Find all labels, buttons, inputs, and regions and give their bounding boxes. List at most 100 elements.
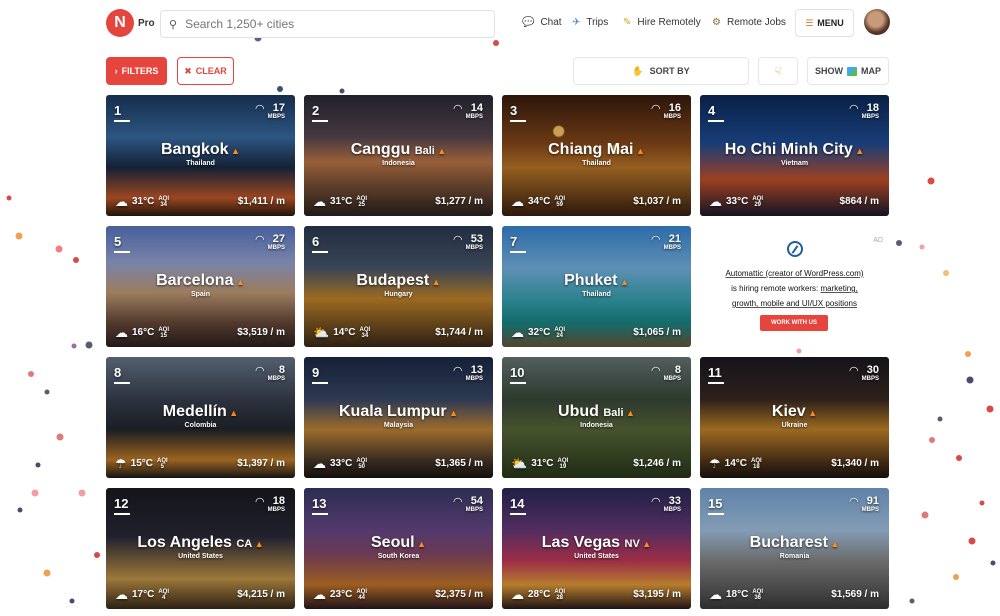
nav-chat[interactable]: 💬 Chat bbox=[522, 17, 562, 28]
wifi-number: 17 bbox=[272, 102, 285, 114]
wifi-unit-label: MBPS bbox=[267, 507, 285, 513]
city-card[interactable]: 11 ◠ 30 MBPS Kiev ▲ Ukraine ☂ 14°C AQI 18 $1,340 /… bbox=[700, 357, 889, 478]
wifi-number: 18 bbox=[866, 102, 879, 114]
city-card[interactable]: 4 ◠ 18 MBPS Ho Chi Minh City ▲ Vietnam ☁ 33°C AQ… bbox=[700, 95, 889, 216]
city-card[interactable]: 15 ◠ 91 MBPS Bucharest ▲ Romania ☁ 18°C AQI 36 $1,… bbox=[700, 488, 889, 609]
wifi-unit-label: MBPS bbox=[465, 114, 483, 120]
wifi-number: 14 bbox=[470, 102, 483, 114]
chevron-right-icon: › bbox=[114, 66, 118, 76]
fire-icon: ▲ bbox=[233, 277, 245, 287]
wifi-icon: ◠ bbox=[849, 365, 859, 377]
fire-icon: ▲ bbox=[252, 539, 264, 549]
nav-remote-jobs[interactable]: ⚙ Remote Jobs bbox=[712, 17, 786, 28]
city-card[interactable]: 2 ◠ 14 MBPS Canggu Bali ▲ Indonesia ☁ 31°C AQI 25… bbox=[304, 95, 493, 216]
city-name: Bangkok ▲ bbox=[106, 141, 295, 160]
city-rank: 4 bbox=[708, 103, 724, 122]
aqi-label: AQI bbox=[557, 457, 569, 464]
city-card[interactable]: 14 ◠ 33 MBPS Las Vegas NV ▲ United States ☁ 28°… bbox=[502, 488, 691, 609]
fire-icon: ▲ bbox=[852, 146, 865, 156]
search-input[interactable] bbox=[185, 17, 466, 31]
monthly-cost: $1,246 / m bbox=[633, 458, 681, 469]
nomad-logo[interactable]: N bbox=[106, 9, 134, 37]
weather-info: ☁ 33°C AQI 50 bbox=[313, 457, 367, 470]
weather-info: ☁ 23°C AQI 44 bbox=[313, 588, 367, 601]
cloud-icon: ☁ bbox=[511, 587, 524, 602]
menu-label: MENU bbox=[817, 18, 844, 28]
pointing-hand-button[interactable]: ☟ bbox=[758, 57, 798, 85]
aqi-value: 19 bbox=[559, 463, 567, 470]
city-card[interactable]: 8 ◠ 8 MBPS Medellín ▲ Colombia ☂ 15°C AQI 5 $1,397… bbox=[106, 357, 295, 478]
city-name-text: Ubud bbox=[558, 403, 599, 420]
city-rank: 13 bbox=[312, 496, 328, 515]
wifi-speed: ◠ 21 MBPS bbox=[651, 234, 681, 252]
city-card[interactable]: 6 ◠ 53 MBPS Budapest ▲ Hungary ⛅ 14°C AQI 34 $1,74… bbox=[304, 226, 493, 347]
search-box[interactable]: ⚲ bbox=[160, 10, 495, 38]
city-card[interactable]: 13 ◠ 54 MBPS Seoul ▲ South Korea ☁ 23°C AQI 44 $2,… bbox=[304, 488, 493, 609]
chat-bubble-icon: 💬 bbox=[522, 17, 535, 28]
weather-info: ☁ 16°C AQI 15 bbox=[115, 326, 169, 339]
city-rank: 15 bbox=[708, 496, 724, 515]
user-avatar[interactable] bbox=[864, 9, 890, 35]
wifi-icon: ◠ bbox=[453, 365, 463, 377]
cloud-icon: ☁ bbox=[313, 587, 326, 602]
ad-link-marketing[interactable]: marketing, bbox=[821, 284, 858, 293]
wifi-unit-label: MBPS bbox=[663, 114, 681, 120]
ad-line-1[interactable]: Automattic (creator of WordPress.com) bbox=[725, 269, 863, 278]
aqi-label: AQI bbox=[751, 457, 762, 464]
city-name: Kuala Lumpur ▲ bbox=[304, 403, 493, 422]
aqi-label: AQI bbox=[752, 588, 764, 595]
wifi-icon: ◠ bbox=[651, 103, 661, 115]
wifi-unit-label: MBPS bbox=[465, 507, 483, 513]
show-map-button[interactable]: SHOW MAP bbox=[807, 57, 889, 85]
monthly-cost: $1,744 / m bbox=[435, 327, 483, 338]
wifi-value: 21 MBPS bbox=[664, 234, 681, 252]
temperature: 34°C bbox=[528, 196, 551, 207]
wifi-unit-label: MBPS bbox=[861, 376, 879, 382]
wifi-value: 18 MBPS bbox=[268, 496, 285, 514]
city-name: Canggu Bali ▲ bbox=[304, 141, 493, 160]
city-rank: 3 bbox=[510, 103, 526, 122]
wifi-icon: ◠ bbox=[849, 496, 859, 508]
filters-button[interactable]: › FILTERS bbox=[106, 57, 167, 85]
nav-trips[interactable]: ✈ Trips bbox=[572, 17, 608, 28]
clear-button[interactable]: ✖ CLEAR bbox=[177, 57, 234, 85]
fire-icon: ▲ bbox=[617, 277, 629, 287]
air-quality: AQI 24 bbox=[554, 327, 565, 339]
city-card[interactable]: 1 ◠ 17 MBPS Bangkok ▲ Thailand ☁ 31°C AQI 34 $1,41… bbox=[106, 95, 295, 216]
wifi-speed: ◠ 17 MBPS bbox=[255, 103, 285, 121]
aqi-label: AQI bbox=[554, 195, 566, 202]
cloud-icon: ☁ bbox=[115, 325, 128, 340]
city-rank: 14 bbox=[510, 496, 526, 515]
weather-info: ☁ 34°C AQI 59 bbox=[511, 195, 565, 208]
weather-info: ☂ 14°C AQI 18 bbox=[709, 457, 762, 470]
city-name: Ubud Bali ▲ bbox=[502, 403, 691, 422]
temperature: 15°C bbox=[130, 458, 153, 469]
city-card[interactable]: 12 ◠ 18 MBPS Los Angeles CA ▲ United States ☁ 1… bbox=[106, 488, 295, 609]
wifi-value: 30 MBPS bbox=[862, 365, 879, 383]
ad-link-positions[interactable]: growth, mobile and UI/UX positions bbox=[732, 299, 857, 308]
nav-hire-remotely[interactable]: ✎ Hire Remotely bbox=[623, 17, 701, 28]
wifi-unit-label: MBPS bbox=[465, 245, 483, 251]
city-name: Ho Chi Minh City ▲ bbox=[700, 141, 889, 160]
air-quality: AQI 44 bbox=[356, 589, 367, 601]
pointing-down-icon: ☟ bbox=[774, 65, 782, 78]
city-card[interactable]: 7 ◠ 21 MBPS Phuket ▲ Thailand ☁ 32°C AQI 24 $1,065… bbox=[502, 226, 691, 347]
air-quality: AQI 5 bbox=[157, 458, 168, 470]
city-rank: 7 bbox=[510, 234, 526, 253]
search-icon: ⚲ bbox=[169, 18, 178, 31]
menu-button[interactable]: ☰ MENU bbox=[795, 9, 854, 37]
sort-by-button[interactable]: ✋ SORT BY bbox=[573, 57, 749, 85]
city-card[interactable]: 10 ◠ 8 MBPS Ubud Bali ▲ Indonesia ⛅ 31°C AQI 19 $1… bbox=[502, 357, 691, 478]
city-name: Los Angeles CA ▲ bbox=[106, 534, 295, 553]
city-card[interactable]: 9 ◠ 13 MBPS Kuala Lumpur ▲ Malaysia ☁ 33°C AQI 50… bbox=[304, 357, 493, 478]
city-country: Thailand bbox=[582, 291, 611, 298]
wifi-speed: ◠ 8 MBPS bbox=[651, 365, 681, 383]
wifi-speed: ◠ 16 MBPS bbox=[651, 103, 681, 121]
city-name: Chiang Mai ▲ bbox=[502, 141, 691, 160]
city-card[interactable]: 3 ◠ 16 MBPS Chiang Mai ▲ Thailand ☁ 34°C AQI 59 $1… bbox=[502, 95, 691, 216]
sponsored-ad[interactable]: AD Automattic (creator of WordPress.com) i… bbox=[700, 226, 889, 347]
work-with-us-button[interactable]: WORK WITH US bbox=[760, 315, 828, 331]
city-region: Bali bbox=[414, 145, 435, 157]
city-card[interactable]: 5 ◠ 27 MBPS Barcelona ▲ Spain ☁ 16°C AQI 15 $3,519… bbox=[106, 226, 295, 347]
city-country: Thailand bbox=[582, 160, 611, 167]
